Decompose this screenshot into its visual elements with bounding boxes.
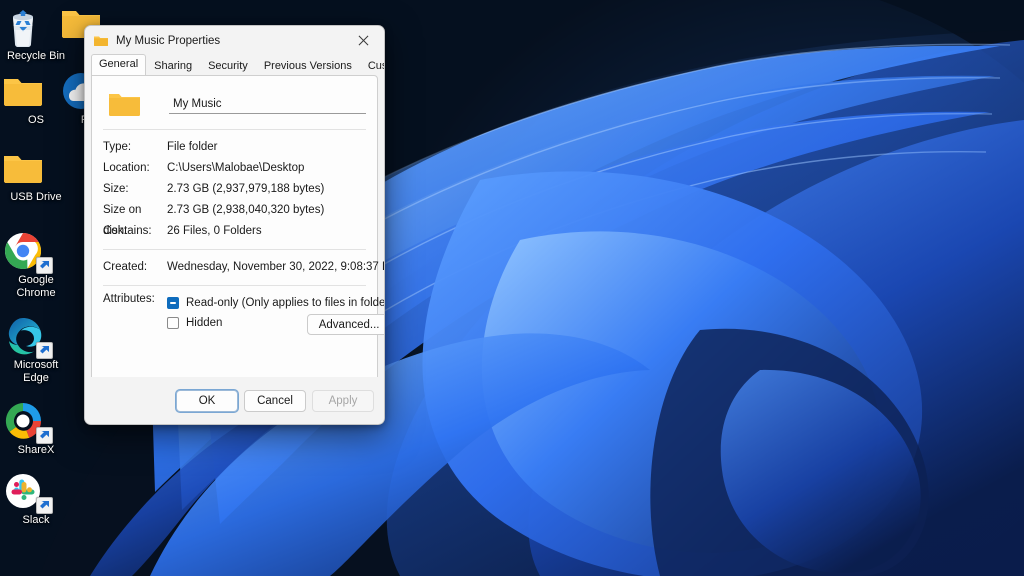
- desktop-screen: Recycle Bin My OS: [0, 0, 1024, 576]
- property-label: Size:: [103, 179, 167, 200]
- shortcut-arrow-icon: [36, 427, 53, 444]
- desktop-icon-microsoft-edge[interactable]: Microsoft Edge: [0, 313, 72, 385]
- dialog-footer: OK Cancel Apply: [85, 377, 384, 424]
- desktop-icon-label: Microsoft Edge: [0, 359, 72, 385]
- readonly-label: Read-only (Only applies to files in fold…: [186, 297, 385, 309]
- apply-button[interactable]: Apply: [312, 390, 374, 412]
- property-value: Wednesday, November 30, 2022, 9:08:37 PM: [167, 257, 385, 278]
- property-label: Type:: [103, 137, 167, 158]
- desktop-icon-usb-drive[interactable]: USB Drive: [0, 145, 72, 204]
- divider: [103, 285, 366, 286]
- property-row-size: Size: 2.73 GB (2,937,979,188 bytes): [103, 179, 366, 200]
- property-value: 2.73 GB (2,938,040,320 bytes): [167, 200, 324, 221]
- divider: [103, 249, 366, 250]
- desktop-icon-label: USB Drive: [0, 191, 72, 204]
- shortcut-arrow-icon: [36, 257, 53, 274]
- slack-icon: [0, 468, 72, 514]
- property-value: 26 Files, 0 Folders: [167, 221, 262, 242]
- hidden-checkbox[interactable]: [167, 317, 179, 329]
- tab-general[interactable]: General: [91, 54, 146, 75]
- desktop-icon-google-chrome[interactable]: Google Chrome: [0, 228, 72, 300]
- dialog-title: My Music Properties: [116, 35, 220, 47]
- sharex-icon: [0, 398, 72, 444]
- property-row-contains: Contains: 26 Files, 0 Folders: [103, 221, 366, 242]
- desktop-icon-label: Google Chrome: [0, 274, 72, 300]
- property-label: Contains:: [103, 221, 167, 242]
- tab-customize[interactable]: Customize: [360, 56, 385, 76]
- desktop-icon-label: ShareX: [0, 444, 72, 457]
- shortcut-arrow-icon: [36, 342, 53, 359]
- tab-previous-versions[interactable]: Previous Versions: [256, 56, 360, 76]
- folder-name-row: [103, 87, 366, 121]
- property-label: Created:: [103, 257, 167, 278]
- tab-security[interactable]: Security: [200, 56, 256, 76]
- tab-sharing[interactable]: Sharing: [146, 56, 200, 76]
- readonly-checkbox-row[interactable]: Read-only (Only applies to files in fold…: [167, 293, 385, 313]
- edge-icon: [0, 313, 72, 359]
- property-value: File folder: [167, 137, 218, 158]
- properties-dialog: My Music Properties General Sharing Secu…: [84, 25, 385, 425]
- folder-icon: [0, 145, 72, 191]
- hidden-label: Hidden: [186, 317, 222, 329]
- property-value: 2.73 GB (2,937,979,188 bytes): [167, 179, 324, 200]
- dialog-tabstrip: General Sharing Security Previous Versio…: [85, 55, 384, 75]
- desktop-icon-label: Slack: [0, 514, 72, 527]
- general-tab-panel: Type: File folder Location: C:\Users\Mal…: [91, 75, 378, 388]
- folder-icon: [108, 90, 141, 118]
- chrome-icon: [0, 228, 72, 274]
- folder-name-input[interactable]: [169, 95, 366, 114]
- ok-button[interactable]: OK: [176, 390, 238, 412]
- close-icon[interactable]: [342, 26, 384, 55]
- desktop-icon-sharex[interactable]: ShareX: [0, 398, 72, 457]
- property-label: Location:: [103, 158, 167, 179]
- attributes-row: Attributes: Read-only (Only applies to f…: [103, 293, 366, 333]
- dialog-titlebar[interactable]: My Music Properties: [85, 26, 384, 55]
- property-row-size-on-disk: Size on disk: 2.73 GB (2,938,040,320 byt…: [103, 200, 366, 221]
- folder-icon: [93, 33, 109, 49]
- property-row-location: Location: C:\Users\Malobae\Desktop: [103, 158, 366, 179]
- property-row-created: Created: Wednesday, November 30, 2022, 9…: [103, 257, 366, 278]
- desktop-icon-slack[interactable]: Slack: [0, 468, 72, 527]
- divider: [103, 129, 366, 130]
- cancel-button[interactable]: Cancel: [244, 390, 306, 412]
- property-row-type: Type: File folder: [103, 137, 366, 158]
- advanced-button[interactable]: Advanced...: [307, 314, 385, 335]
- shortcut-arrow-icon: [36, 497, 53, 514]
- attributes-label: Attributes:: [103, 293, 167, 305]
- property-value: C:\Users\Malobae\Desktop: [167, 158, 304, 179]
- readonly-checkbox[interactable]: [167, 297, 179, 309]
